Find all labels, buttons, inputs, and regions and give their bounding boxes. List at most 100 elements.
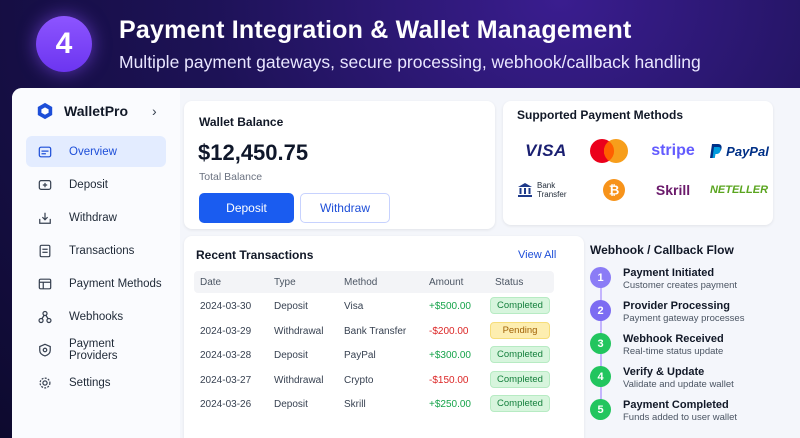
step-number-badge: 4: [590, 366, 611, 387]
table-row[interactable]: 2024-03-28 Deposit PayPal +$300.00 Compl…: [194, 343, 554, 368]
wallet-balance-label: Wallet Balance: [199, 115, 284, 129]
cell-amount: +$500.00: [429, 301, 471, 312]
cell-type: Withdrawal: [274, 374, 324, 386]
webhook-flow-title: Webhook / Callback Flow: [590, 243, 734, 257]
bank-transfer-label: Bank Transfer: [537, 181, 567, 199]
sidebar-item-label: Settings: [69, 376, 111, 389]
mastercard-logo[interactable]: [583, 137, 635, 165]
sidebar-item-transactions[interactable]: Transactions: [26, 235, 166, 266]
table-header: Date Type Method Amount Status: [194, 271, 554, 293]
skrill-text: Skrill: [655, 182, 691, 198]
stripe-logo[interactable]: stripe: [643, 139, 703, 163]
status-badge: Completed: [490, 346, 550, 363]
step-number-badge: 2: [590, 300, 611, 321]
cell-method: Skrill: [344, 399, 366, 410]
sidebar-item-webhooks[interactable]: Webhooks: [26, 301, 166, 332]
sidebar-item-deposit[interactable]: Deposit: [26, 169, 166, 200]
cell-amount: +$250.00: [429, 399, 471, 410]
payment-providers-icon: [39, 343, 51, 357]
sidebar-item-label: Transactions: [69, 244, 135, 257]
table-row[interactable]: 2024-03-26 Deposit Skrill +$250.00 Compl…: [194, 392, 554, 417]
column-header-method[interactable]: Method: [344, 277, 377, 288]
step-title: Verify & Update: [623, 366, 705, 378]
bank-transfer-line2: Transfer: [537, 190, 567, 199]
bitcoin-logo[interactable]: ₿: [593, 177, 635, 203]
cell-date: 2024-03-29: [200, 325, 252, 337]
skrill-logo[interactable]: Skrill: [643, 177, 703, 203]
sidebar-nav: Overview Deposit Withdraw Transactions P…: [26, 136, 166, 400]
sidebar-item-payment-providers[interactable]: Payment Providers: [26, 334, 166, 365]
cell-method: Visa: [344, 301, 364, 312]
withdraw-icon: [39, 212, 51, 224]
page-subtitle: Multiple payment gateways, secure proces…: [119, 52, 701, 72]
recent-transactions-title: Recent Transactions: [196, 248, 314, 262]
step-badge: 4: [36, 16, 92, 72]
bank-transfer-line1: Bank: [537, 181, 556, 190]
chevron-right-icon[interactable]: ›: [152, 103, 157, 119]
wallet-balance-card: Wallet Balance $12,450.75 Total Balance …: [184, 101, 495, 229]
paypal-logo[interactable]: PayPal: [708, 139, 770, 163]
step-number-badge: 1: [590, 267, 611, 288]
cell-date: 2024-03-28: [200, 350, 252, 361]
cell-method: PayPal: [344, 350, 376, 361]
visa-logo[interactable]: VISA: [517, 139, 575, 163]
deposit-button[interactable]: Deposit: [199, 193, 294, 223]
wallet-balance-amount: $12,450.75: [198, 140, 309, 165]
sidebar-item-settings[interactable]: Settings: [26, 367, 166, 398]
visa-text: VISA: [525, 141, 567, 160]
flow-step: 4 Verify & Update Validate and update wa…: [590, 366, 800, 399]
step-number-badge: 5: [590, 399, 611, 420]
step-description: Real-time status update: [623, 346, 724, 357]
step-description: Validate and update wallet: [623, 379, 734, 390]
brand[interactable]: WalletPro: [36, 102, 128, 120]
webhooks-icon: [38, 310, 52, 323]
flow-step: 3 Webhook Received Real-time status upda…: [590, 333, 800, 366]
cell-method: Bank Transfer: [344, 325, 407, 337]
cell-date: 2024-03-27: [200, 374, 252, 386]
withdraw-button[interactable]: Withdraw: [300, 193, 390, 223]
step-title: Payment Completed: [623, 399, 729, 411]
page-title: Payment Integration & Wallet Management: [119, 16, 632, 44]
overview-icon: [38, 146, 52, 157]
view-all-link[interactable]: View All: [518, 249, 556, 261]
svg-text:₿: ₿: [609, 183, 620, 198]
cell-type: Deposit: [274, 301, 308, 312]
paypal-text: PayPal: [726, 143, 769, 159]
sidebar-item-label: Payment Methods: [69, 277, 162, 290]
column-header-type[interactable]: Type: [274, 277, 296, 288]
cell-date: 2024-03-26: [200, 399, 252, 410]
bitcoin-icon: ₿: [603, 179, 625, 201]
status-badge: Pending: [490, 321, 550, 339]
step-title: Payment Initiated: [623, 267, 715, 279]
sidebar-item-payment-methods[interactable]: Payment Methods: [26, 268, 166, 299]
sidebar-item-withdraw[interactable]: Withdraw: [26, 202, 166, 233]
status-badge: Completed: [490, 370, 550, 388]
column-header-amount[interactable]: Amount: [429, 277, 463, 288]
sidebar: WalletPro › Overview Deposit Withdraw Tr…: [12, 88, 180, 438]
recent-transactions-card: Recent Transactions View All Date Type M…: [184, 236, 584, 438]
neteller-logo[interactable]: NETELLER: [708, 177, 770, 203]
sidebar-item-label: Webhooks: [69, 310, 124, 323]
stripe-text: stripe: [651, 142, 695, 159]
sidebar-item-label: Overview: [69, 145, 117, 158]
step-description: Customer creates payment: [623, 280, 738, 291]
bank-transfer-logo[interactable]: Bank Transfer: [517, 177, 575, 203]
cell-method: Crypto: [344, 374, 374, 386]
column-header-date[interactable]: Date: [200, 277, 221, 288]
cell-date: 2024-03-30: [200, 301, 252, 312]
transactions-icon: [39, 244, 51, 257]
table-row[interactable]: 2024-03-30 Deposit Visa +$500.00 Complet…: [194, 294, 554, 319]
payment-methods-icon: [38, 278, 52, 289]
table-row[interactable]: 2024-03-27 Withdrawal Crypto -$150.00 Co…: [194, 368, 554, 393]
mastercard-icon: [590, 139, 628, 163]
sidebar-item-label: Withdraw: [69, 211, 117, 224]
column-header-status[interactable]: Status: [495, 277, 523, 288]
cell-amount: -$200.00: [429, 325, 469, 337]
table-row[interactable]: 2024-03-29 Withdrawal Bank Transfer -$20…: [194, 319, 554, 344]
flow-step: 1 Payment Initiated Customer creates pay…: [590, 267, 800, 300]
header-banner: 4 Payment Integration & Wallet Managemen…: [0, 0, 800, 88]
step-description: Funds added to user wallet: [623, 412, 738, 423]
step-number-badge: 3: [590, 333, 611, 354]
sidebar-item-overview[interactable]: Overview: [26, 136, 166, 167]
status-badge: Completed: [490, 297, 550, 314]
